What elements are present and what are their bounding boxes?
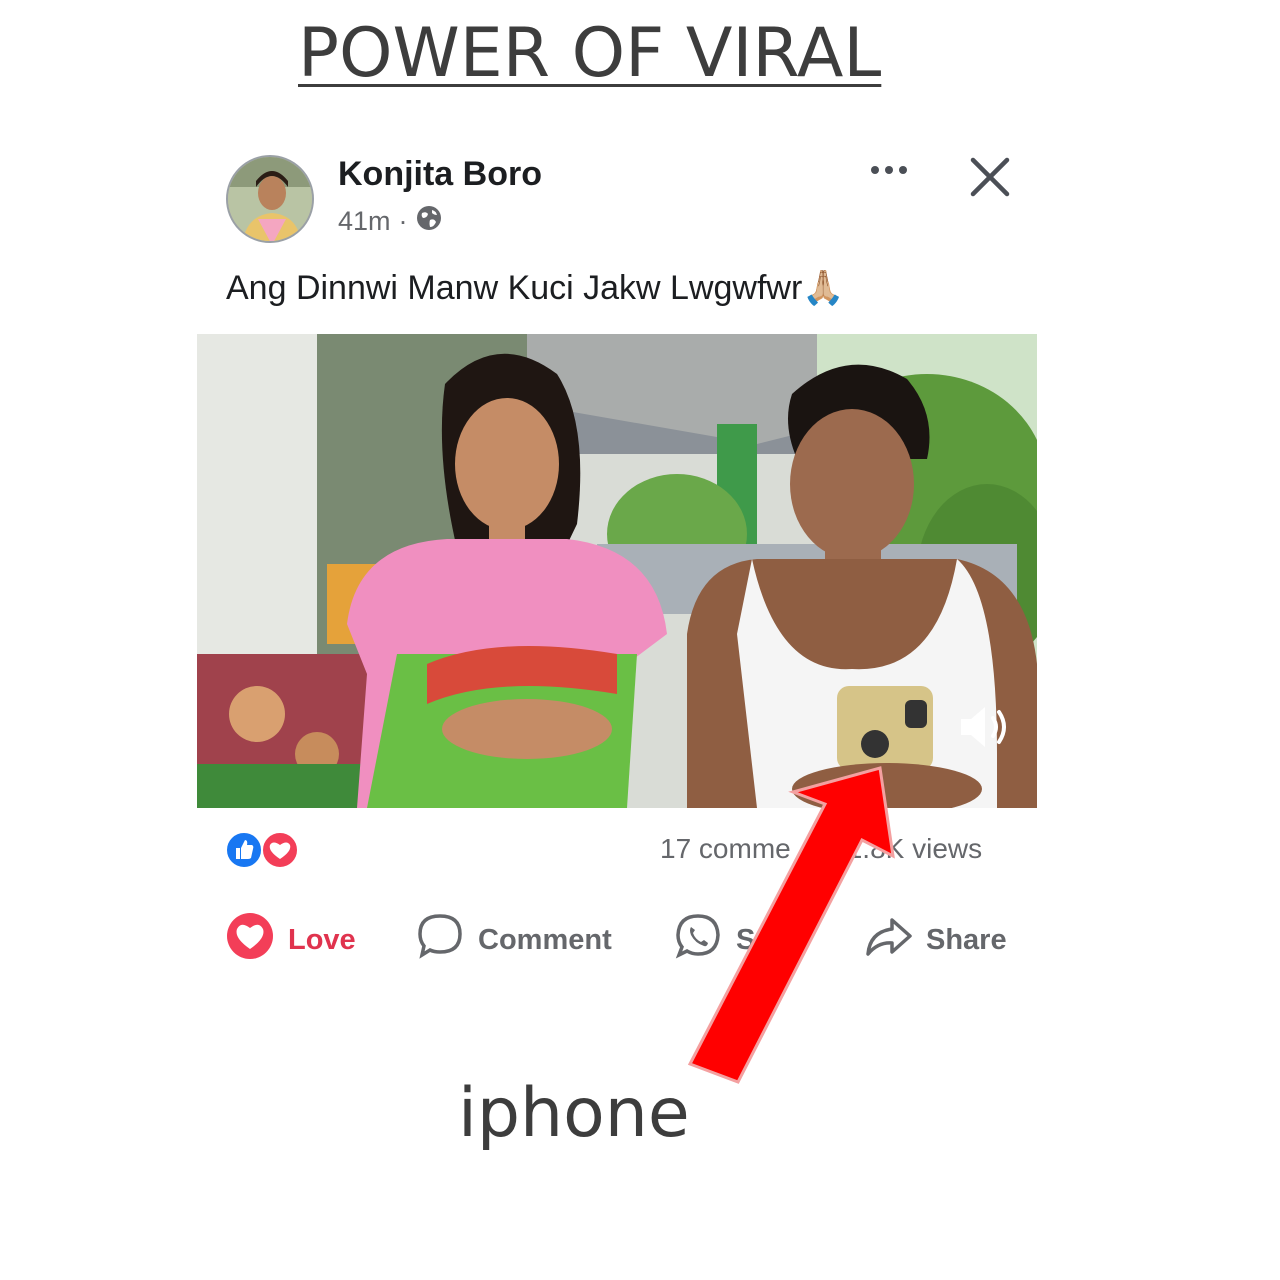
reactions-summary[interactable] [224, 830, 304, 870]
author-name[interactable]: Konjita Boro [338, 155, 542, 194]
meta-separator: · [398, 206, 408, 236]
comment-count[interactable]: 17 comme [660, 833, 791, 864]
comment-button[interactable]: Comment [416, 912, 612, 968]
post-caption: Ang Dinnwi Manw Kuci Jakw Lwgwfwr🙏🏼 [226, 269, 845, 307]
send-label: S [736, 923, 756, 956]
whatsapp-icon [674, 912, 722, 968]
heart-icon [226, 912, 274, 968]
post-stats: 17 comme 1.8K views [660, 833, 982, 865]
whatsapp-send-button[interactable]: S [674, 912, 755, 968]
post-meta: 41m · [338, 205, 442, 238]
love-button[interactable]: Love [226, 912, 356, 968]
share-label: Share [926, 923, 1007, 956]
globe-icon [416, 205, 442, 238]
share-button[interactable]: Share [864, 912, 1007, 968]
comment-label: Comment [478, 923, 612, 956]
love-label: Love [288, 923, 356, 956]
like-reaction-icon [225, 831, 263, 869]
share-icon [864, 912, 912, 968]
video-frame [197, 334, 1037, 808]
post-time[interactable]: 41m [338, 206, 391, 237]
video-player[interactable] [197, 334, 1037, 808]
post-actions: Love Comment S Share [226, 912, 1026, 968]
more-icon[interactable] [866, 157, 912, 183]
love-reaction-icon [261, 831, 299, 869]
view-count: 1.8K views [846, 833, 983, 864]
headline: POWER OF VIRAL [298, 14, 882, 93]
annotation-label: iphone [458, 1074, 690, 1153]
volume-icon[interactable] [957, 702, 1013, 752]
post-header: Konjita Boro 41m · [226, 155, 1026, 247]
avatar[interactable] [226, 155, 314, 243]
comment-icon [416, 912, 464, 968]
close-icon[interactable] [968, 155, 1012, 199]
